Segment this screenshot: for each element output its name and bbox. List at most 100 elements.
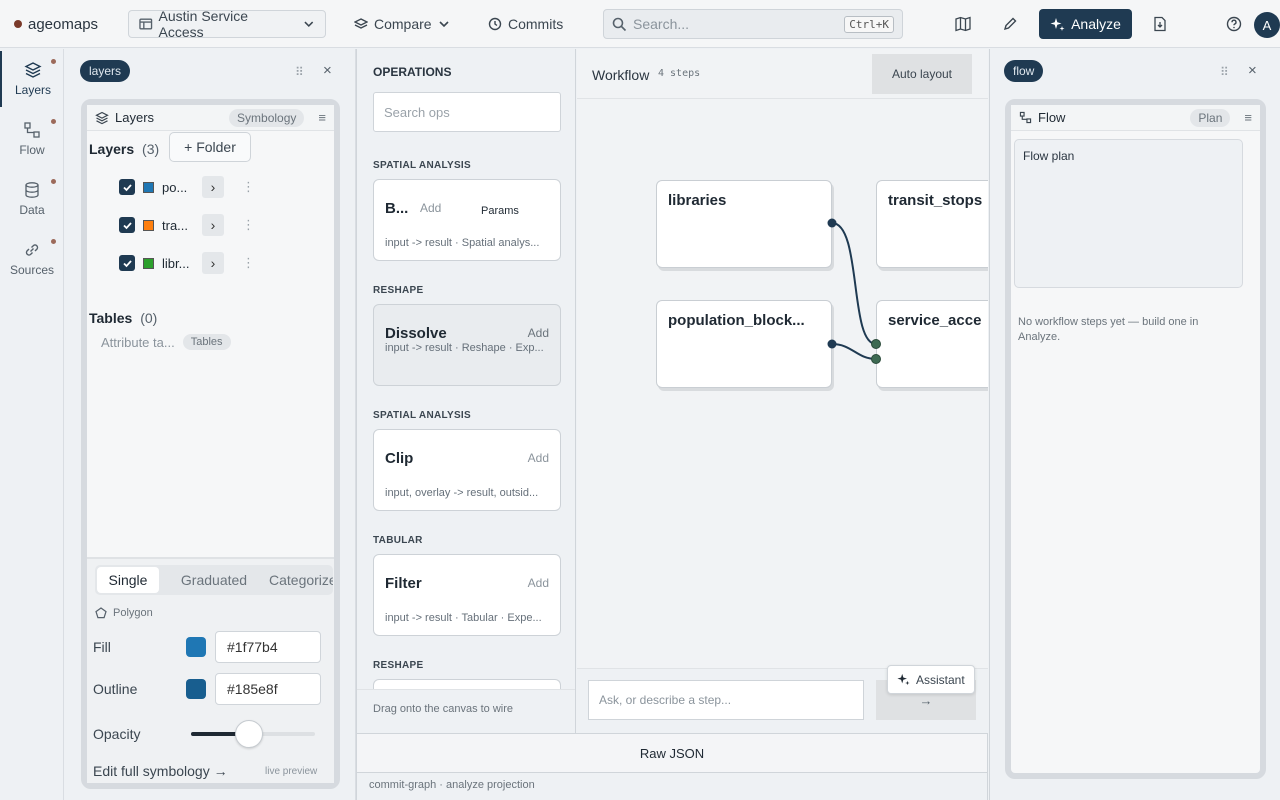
edit-button[interactable]	[998, 12, 1022, 36]
menu-icon[interactable]: ≡	[1244, 110, 1252, 125]
rail-item-data[interactable]: Data	[0, 171, 64, 227]
outline-hex-input[interactable]: #185e8f	[215, 673, 321, 705]
menu-icon[interactable]: ≡	[318, 110, 326, 125]
op-card-filter[interactable]: Filter Add input -> result · Tabular · E…	[373, 554, 561, 636]
drag-handle-icon[interactable]: ⠿	[295, 65, 304, 79]
layer-name: tra...	[162, 217, 189, 233]
flow-frame: Flow Plan ≡ Flow plan No workflow steps …	[1005, 99, 1266, 779]
rail-item-sources[interactable]: Sources	[0, 231, 64, 287]
input-port[interactable]	[871, 339, 881, 349]
op-card-partial[interactable]	[373, 679, 561, 689]
brand-name: ageomaps	[28, 15, 99, 33]
checkbox[interactable]	[119, 255, 135, 271]
checkbox[interactable]	[119, 217, 135, 233]
op-card-clip[interactable]: Clip Add input, overlay -> result, outsi…	[373, 429, 561, 511]
tab-single[interactable]: Single	[97, 567, 159, 593]
commits-button[interactable]: Commits	[488, 10, 563, 38]
layers-icon	[24, 62, 42, 78]
op-add-button[interactable]: Add	[528, 576, 549, 590]
opacity-slider[interactable]	[191, 720, 315, 748]
layers-tab[interactable]: layers	[80, 60, 131, 82]
project-selector[interactable]: Austin Service Access	[128, 8, 326, 40]
assistant-button[interactable]: Assistant	[887, 665, 975, 694]
output-port[interactable]	[827, 218, 837, 228]
layer-name: po...	[162, 179, 188, 195]
empty-message: No workflow steps yet — build one in Ana…	[1018, 316, 1199, 343]
brand[interactable]: ageomaps	[14, 10, 98, 38]
sparkle-icon	[897, 673, 910, 686]
fill-label: Fill	[93, 639, 111, 655]
operations-heading: OPERATIONS	[373, 65, 452, 79]
add-folder-button[interactable]: + Folder	[169, 132, 251, 162]
check-icon	[122, 183, 132, 191]
map-icon	[955, 16, 971, 32]
fill-hex-input[interactable]: #1f77b4	[215, 631, 321, 663]
opacity-label: Opacity	[93, 726, 141, 742]
input-port[interactable]	[871, 354, 881, 364]
section-label: RESHAPE	[373, 660, 424, 671]
ops-search-input[interactable]: Search ops	[373, 92, 561, 132]
rail-label: Sources	[9, 263, 55, 277]
op-add-button[interactable]: Add	[420, 201, 441, 215]
help-icon	[1226, 16, 1242, 32]
expand-chevron-icon[interactable]: ›	[202, 176, 224, 198]
symbology-tag[interactable]: Symbology	[229, 108, 305, 127]
help-button[interactable]	[1222, 12, 1246, 36]
analyze-button[interactable]: Analyze	[1039, 9, 1132, 39]
op-add-button[interactable]: Add	[528, 451, 549, 465]
op-card-buffer[interactable]: B... Add Params input -> result · Spatia…	[373, 179, 561, 261]
output-port[interactable]	[827, 339, 837, 349]
outline-color-swatch[interactable]	[186, 679, 206, 699]
section-label: TABULAR	[373, 535, 423, 546]
expand-chevron-icon[interactable]: ›	[202, 214, 224, 236]
window-icon	[139, 18, 153, 30]
checkbox[interactable]	[119, 179, 135, 195]
pencil-icon	[1003, 17, 1017, 31]
tab-categorize[interactable]: Categorize	[269, 567, 333, 593]
op-card-dissolve[interactable]: Dissolve Add input -> result · Reshape ·…	[373, 304, 561, 386]
export-button[interactable]	[1148, 12, 1172, 36]
more-icon[interactable]: ⋮	[242, 217, 255, 233]
map-button[interactable]	[951, 12, 975, 36]
status-bar: commit-graph · analyze projection	[356, 773, 988, 800]
compare-label: Compare	[374, 16, 432, 32]
search-bar[interactable]: Search... Ctrl+K	[603, 9, 903, 39]
rail-item-flow[interactable]: Flow	[0, 111, 64, 167]
op-description: input, overlay -> result, outsid...	[385, 487, 539, 499]
flow-tab[interactable]: flow	[1004, 60, 1044, 82]
layer-row[interactable]: tra... › ⋮	[119, 214, 255, 236]
more-icon[interactable]: ⋮	[242, 255, 255, 271]
expand-chevron-icon[interactable]: ›	[202, 252, 224, 274]
flow-plan-box: Flow plan	[1014, 139, 1243, 288]
tab-graduated[interactable]: Graduated	[169, 567, 259, 593]
flow-panel: flow ⠿ × Flow Plan ≡ Flow plan No workfl…	[989, 49, 1280, 800]
check-icon	[122, 221, 132, 229]
layer-row[interactable]: po... › ⋮	[119, 176, 255, 198]
more-icon[interactable]: ⋮	[242, 179, 255, 195]
close-icon[interactable]: ×	[323, 62, 332, 79]
drag-handle-icon[interactable]: ⠿	[1220, 65, 1229, 79]
fill-color-swatch[interactable]	[186, 637, 206, 657]
search-icon	[612, 17, 627, 31]
compare-menu[interactable]: Compare	[354, 10, 450, 38]
rail-item-layers[interactable]: Layers	[0, 51, 64, 107]
polygon-icon	[95, 607, 107, 619]
op-title: Clip	[385, 450, 414, 467]
assistant-input[interactable]: Ask, or describe a step...	[588, 680, 864, 720]
op-params-button[interactable]: Params	[481, 205, 519, 217]
tables-heading: Tables (0)	[89, 310, 157, 326]
edit-symbology-link[interactable]: Edit full symbology →	[93, 763, 228, 779]
raw-json-toggle[interactable]: Raw JSON	[356, 733, 988, 773]
brand-dot-icon	[14, 20, 22, 28]
attribute-table-row[interactable]: Attribute ta... Tables	[101, 334, 231, 350]
opacity-slider-handle[interactable]	[235, 720, 264, 748]
avatar[interactable]: A	[1254, 12, 1280, 38]
close-icon[interactable]: ×	[1248, 62, 1257, 79]
layer-swatch	[143, 181, 154, 193]
op-title: B...	[385, 200, 409, 217]
layer-row[interactable]: libr... › ⋮	[119, 252, 255, 274]
flow-header: Flow Plan ≡	[1011, 105, 1260, 131]
op-add-button[interactable]: Add	[528, 326, 549, 340]
plan-tag[interactable]: Plan	[1190, 108, 1231, 127]
op-title: Filter	[385, 575, 422, 592]
